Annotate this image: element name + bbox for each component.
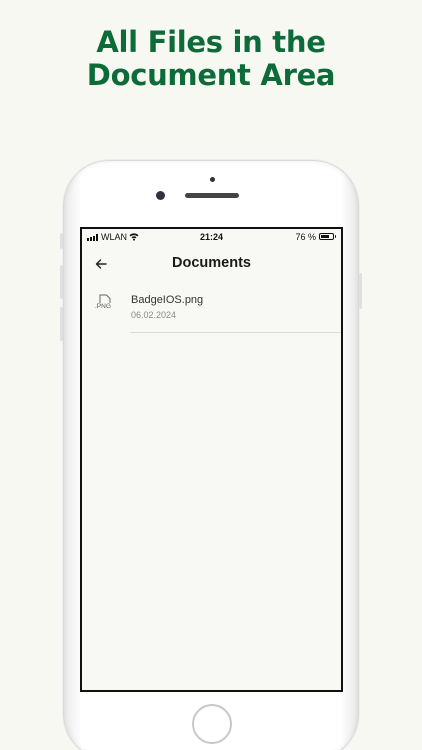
file-name: BadgeIOS.png xyxy=(131,294,204,306)
front-camera xyxy=(156,191,165,200)
earpiece-speaker xyxy=(185,193,239,198)
file-icon: .PNG xyxy=(95,294,115,312)
promo-headline: All Files in the Document Area xyxy=(0,26,422,92)
status-bar: WLAN 21:24 76 % xyxy=(82,229,341,247)
list-divider xyxy=(130,332,341,333)
battery-percentage: 76 % xyxy=(295,232,316,242)
file-date: 06.02.2024 xyxy=(131,310,177,320)
navigation-bar: Documents xyxy=(82,247,341,283)
proximity-sensor xyxy=(210,177,215,182)
page-title: Documents xyxy=(172,255,251,271)
volume-down-button xyxy=(60,307,63,341)
home-button[interactable] xyxy=(192,704,232,744)
promo-headline-line2: Document Area xyxy=(86,58,336,92)
promo-headline-line1: All Files in the xyxy=(96,25,326,59)
volume-up-button xyxy=(60,265,63,299)
list-item[interactable]: .PNG BadgeIOS.png 06.02.2024 xyxy=(82,289,341,334)
power-button xyxy=(359,273,362,309)
silent-switch xyxy=(60,233,63,249)
file-extension-label: .PNG xyxy=(95,303,111,310)
phone-screen: WLAN 21:24 76 % Documents .PNG BadgeIOS.… xyxy=(80,227,343,692)
battery-icon xyxy=(319,233,336,240)
